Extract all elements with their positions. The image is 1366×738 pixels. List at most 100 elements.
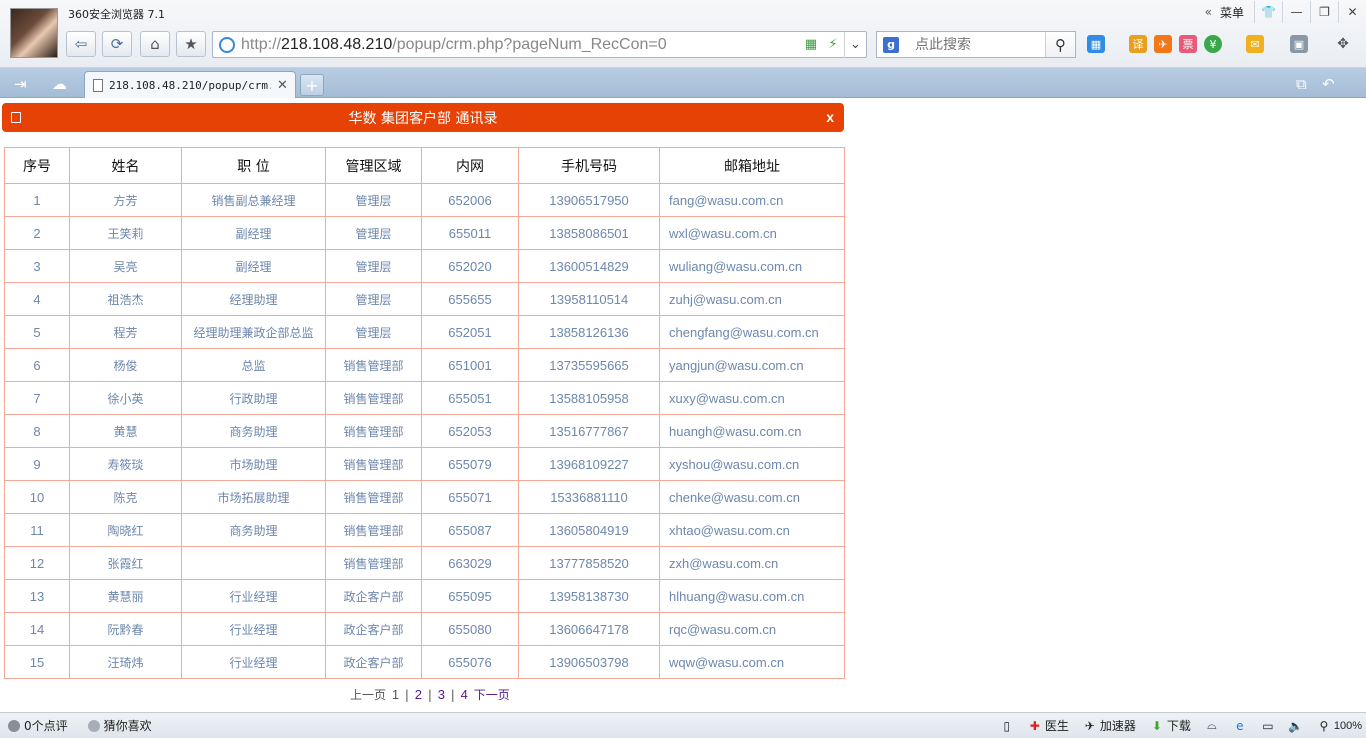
gallery-icon[interactable]: ▣ <box>1290 35 1308 53</box>
cell-mobile: 13968109227 <box>518 447 660 481</box>
address-bar[interactable]: http://218.108.48.210/popup/crm.php?page… <box>212 31 867 58</box>
cell-name: 王笑莉 <box>69 216 182 250</box>
apps-grid-icon[interactable]: ▦ <box>1087 35 1105 53</box>
restore-button[interactable]: ❐ <box>1310 1 1338 23</box>
cell-area: 销售管理部 <box>325 546 422 580</box>
compat-item[interactable]: ⌓ <box>1205 718 1219 733</box>
zoom-icon: ⚲ <box>1319 718 1329 733</box>
phone-icon: ▯ <box>1003 718 1011 733</box>
speaker-icon: 🔈 <box>1288 718 1304 733</box>
zoom-item[interactable]: ⚲ 100% <box>1317 719 1362 733</box>
cell-mobile: 13588105958 <box>518 381 660 415</box>
tab-active[interactable]: 218.108.48.210/popup/crm.php ✕ <box>84 71 296 98</box>
dropdown-arrow-icon[interactable]: ⌄ <box>844 31 866 58</box>
cell-area: 销售管理部 <box>325 414 422 448</box>
refresh-button[interactable]: ⟳ <box>102 31 132 57</box>
cell-no: 15 <box>4 645 70 679</box>
cell-title: 市场拓展助理 <box>181 480 326 514</box>
screen-item[interactable]: ▭ <box>1261 719 1275 733</box>
cell-email: xuxy@wasu.com.cn <box>659 381 845 415</box>
pager-page-2[interactable]: 2 <box>415 687 422 702</box>
doctor-label: 医生 <box>1044 719 1069 733</box>
flight-icon[interactable]: ✈ <box>1154 35 1172 53</box>
tab-title: 218.108.48.210/popup/crm.php <box>109 78 271 92</box>
lightning-icon[interactable]: ⚡ <box>822 32 844 58</box>
cell-no: 4 <box>4 282 70 316</box>
translate-icon[interactable]: 译 <box>1129 35 1147 53</box>
double-chevron-left-icon[interactable]: « <box>1205 5 1212 19</box>
table-header-row: 序号 姓名 职 位 管理区域 内网 手机号码 邮箱地址 <box>4 147 845 184</box>
pager-page-3[interactable]: 3 <box>438 687 445 702</box>
resize-arrows-icon[interactable]: ✥ <box>1334 35 1352 53</box>
shield-icon[interactable]: ¥ <box>1204 35 1222 53</box>
cell-extension: 652020 <box>421 249 519 283</box>
cell-title: 行业经理 <box>181 645 326 679</box>
col-header-name: 姓名 <box>69 147 182 184</box>
close-window-button[interactable]: ✕ <box>1338 1 1366 23</box>
search-input[interactable] <box>915 36 1045 53</box>
comments-item[interactable]: 0个点评 <box>8 717 68 734</box>
search-box[interactable]: g ⚲ <box>876 31 1076 58</box>
cell-email: yangjun@wasu.com.cn <box>659 348 845 382</box>
undo-close-icon[interactable]: ↶ <box>1322 75 1335 93</box>
guess-item[interactable]: 猜你喜欢 <box>87 717 152 734</box>
url-host: 218.108.48.210 <box>281 35 393 53</box>
rocket-icon: ✈ <box>1084 718 1095 733</box>
user-avatar[interactable] <box>10 8 58 58</box>
cell-name: 黄慧 <box>69 414 182 448</box>
back-arrow-icon: ⇦ <box>74 35 88 53</box>
volume-item[interactable]: 🔈 <box>1288 718 1304 733</box>
recommend-icon <box>87 719 100 732</box>
cell-mobile: 13777858520 <box>518 546 660 580</box>
magnifier-icon: ⚲ <box>1055 35 1066 54</box>
tab-close-icon[interactable]: ✕ <box>277 78 288 93</box>
new-tab-button[interactable]: + <box>300 74 324 96</box>
cell-no: 10 <box>4 480 70 514</box>
cell-mobile: 13516777867 <box>518 414 660 448</box>
accelerator-item[interactable]: ✈ 加速器 <box>1083 717 1136 734</box>
star-icon: ★ <box>184 35 198 53</box>
mobile-item[interactable]: ▯ <box>1000 719 1014 733</box>
coupon-icon[interactable]: ✉ <box>1246 35 1264 53</box>
cell-extension: 655079 <box>421 447 519 481</box>
cell-name: 张霞红 <box>69 546 182 580</box>
directory-table-body: 1 方芳 销售副总兼经理 管理层 652006 13906517950 fang@wasu.… <box>4 183 845 679</box>
cell-title: 行政助理 <box>181 381 326 415</box>
qr-code-icon[interactable]: ▦ <box>800 32 822 58</box>
ie-item[interactable]: e <box>1233 719 1247 733</box>
menu-button[interactable]: 菜单 <box>1220 4 1244 21</box>
page-icon <box>93 78 103 92</box>
url-scheme: http:// <box>241 35 282 53</box>
skin-shirt-icon[interactable]: 👕 <box>1254 1 1282 23</box>
restore-tabs-icon[interactable]: ⧉ <box>1296 75 1307 93</box>
cell-name: 杨俊 <box>69 348 182 382</box>
cell-extension: 655076 <box>421 645 519 679</box>
cell-title: 副经理 <box>181 249 326 283</box>
favorite-button[interactable]: ★ <box>176 31 206 57</box>
doctor-item[interactable]: ✚ 医生 <box>1028 717 1069 734</box>
minimize-button[interactable]: — <box>1282 1 1310 23</box>
pager-page-4[interactable]: 4 <box>461 687 468 702</box>
ticket-icon[interactable]: 票 <box>1179 35 1197 53</box>
close-popup-button[interactable]: x <box>826 109 834 125</box>
cell-no: 6 <box>4 348 70 382</box>
home-icon: ⌂ <box>150 35 160 53</box>
cloud-icon[interactable]: ☁ <box>52 75 67 93</box>
cell-extension: 652053 <box>421 414 519 448</box>
pager-next[interactable]: 下一页 <box>474 688 510 702</box>
sidebar-toggle-icon[interactable]: ⇥ <box>14 75 27 93</box>
cell-extension: 655080 <box>421 612 519 646</box>
cell-no: 1 <box>4 183 70 217</box>
download-item[interactable]: ⬇ 下载 <box>1150 717 1191 734</box>
cell-no: 9 <box>4 447 70 481</box>
home-button[interactable]: ⌂ <box>140 31 170 57</box>
cell-area: 政企客户部 <box>325 645 422 679</box>
table-row: 2 王笑莉 副经理 管理层 655011 13858086501 wxl@wasu.com.… <box>4 216 845 250</box>
table-row: 9 寿筱琰 市场助理 销售管理部 655079 13968109227 xyshou@was… <box>4 447 845 481</box>
search-button[interactable]: ⚲ <box>1045 32 1075 57</box>
back-button[interactable]: ⇦ <box>66 31 96 57</box>
address-url[interactable]: http://218.108.48.210/popup/crm.php?page… <box>241 36 800 54</box>
cell-name: 寿筱琰 <box>69 447 182 481</box>
search-engine-icon[interactable]: g <box>883 36 899 53</box>
cell-name: 程芳 <box>69 315 182 349</box>
